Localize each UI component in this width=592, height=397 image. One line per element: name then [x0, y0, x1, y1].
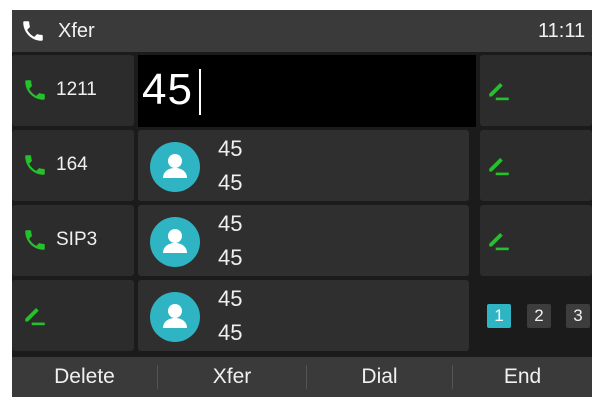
search-result-1[interactable]: 45 45 — [138, 130, 469, 201]
contact-name: 45 — [218, 211, 243, 236]
right-key-1[interactable] — [480, 55, 592, 126]
contact-name: 45 — [218, 136, 243, 161]
page-2-indicator[interactable]: 2 — [527, 304, 551, 328]
contact-name: 45 — [218, 286, 243, 311]
pencil-icon — [489, 232, 509, 251]
contact-avatar-icon — [150, 292, 200, 342]
pencil-icon — [489, 157, 509, 176]
contact-number: 45 — [218, 320, 243, 345]
line-key-label: 164 — [56, 154, 88, 175]
phone-screen: Xfer 11:11 1211 164 SIP3 45 45 45 45 45 … — [12, 10, 592, 397]
line-key-label: 1211 — [56, 79, 97, 100]
line-key-1211[interactable]: 1211 — [12, 55, 134, 126]
dial-button[interactable]: Dial — [307, 357, 452, 397]
delete-button[interactable]: Delete — [12, 357, 157, 397]
contact-number: 45 — [218, 245, 243, 270]
softkey-bar: Delete Xfer Dial End — [12, 357, 592, 397]
phone-icon — [23, 21, 43, 41]
phone-icon — [25, 230, 45, 250]
xfer-button[interactable]: Xfer — [158, 357, 306, 397]
screen-title: Xfer — [58, 20, 95, 42]
pencil-icon — [489, 82, 509, 101]
title-bar: Xfer 11:11 — [12, 10, 592, 52]
line-key-164[interactable]: 164 — [12, 130, 134, 201]
end-button[interactable]: End — [453, 357, 592, 397]
line-key-label: SIP3 — [56, 229, 98, 250]
page-3-indicator[interactable]: 3 — [566, 304, 590, 328]
search-result-2[interactable]: 45 45 — [138, 205, 469, 276]
contact-number: 45 — [218, 170, 243, 195]
right-key-2[interactable] — [480, 130, 592, 201]
page-1-indicator[interactable]: 1 — [487, 304, 511, 328]
contact-avatar-icon — [150, 217, 200, 267]
right-key-3[interactable] — [480, 205, 592, 276]
clock: 11:11 — [538, 20, 586, 42]
input-value: 45 — [142, 65, 193, 114]
phone-icon — [25, 80, 45, 100]
search-result-3[interactable]: 45 45 — [138, 280, 469, 351]
contact-avatar-icon — [150, 142, 200, 192]
pencil-icon — [25, 307, 45, 326]
line-key-empty[interactable] — [12, 280, 134, 351]
number-input[interactable]: 45 — [138, 55, 476, 127]
line-key-sip3[interactable]: SIP3 — [12, 205, 134, 276]
text-cursor — [199, 69, 201, 115]
phone-icon — [25, 155, 45, 175]
